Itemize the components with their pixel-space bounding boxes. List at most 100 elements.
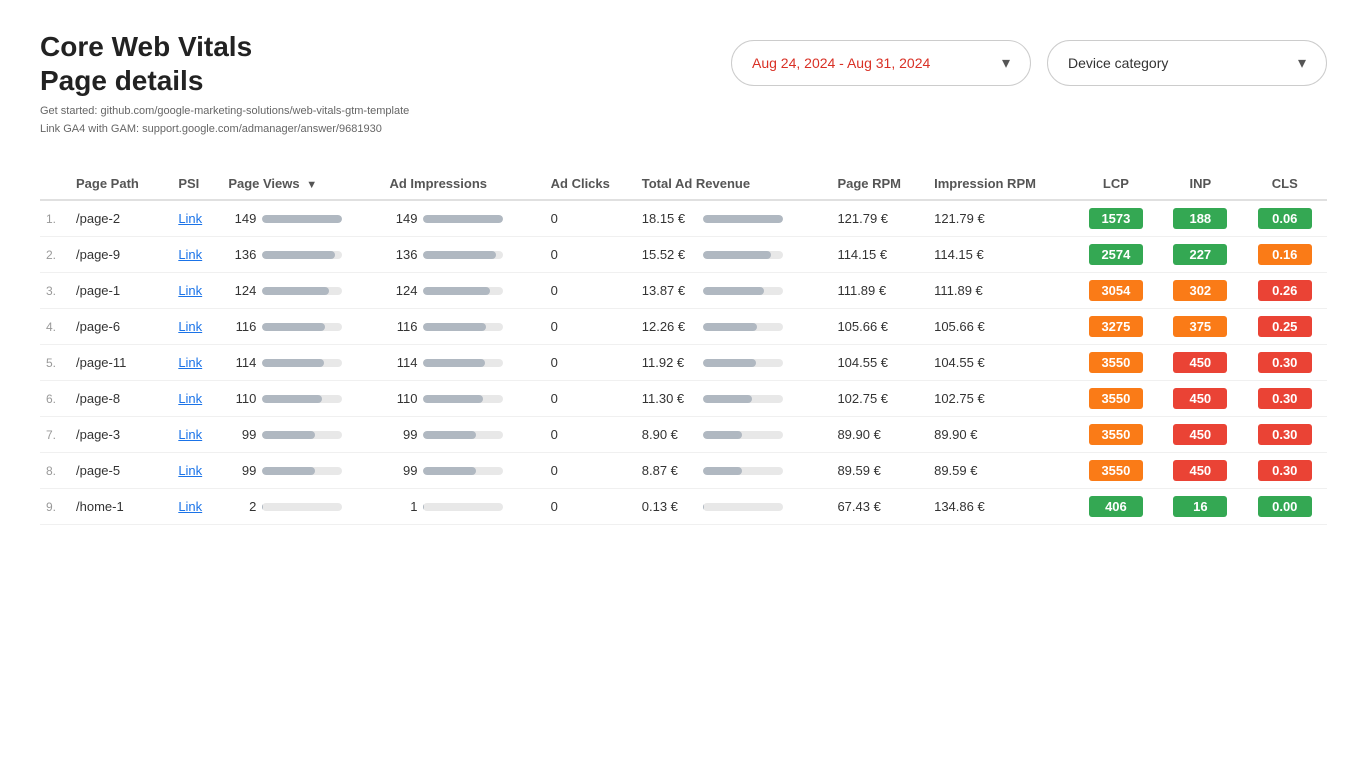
cell-inp: 450 (1158, 381, 1242, 417)
cell-cls: 0.30 (1243, 453, 1327, 489)
cell-ad-clicks: 0 (545, 489, 636, 525)
cell-ad-impressions: 99 (383, 417, 544, 453)
cell-page-rpm: 111.89 € (831, 273, 928, 309)
cell-total-rev: 8.87 € (636, 453, 832, 489)
cell-imp-rpm: 105.66 € (928, 309, 1074, 345)
cell-inp: 16 (1158, 489, 1242, 525)
cell-total-rev: 8.90 € (636, 417, 832, 453)
cell-psi-link[interactable]: Link (172, 273, 222, 309)
cell-imp-rpm: 102.75 € (928, 381, 1074, 417)
cell-num: 6. (40, 381, 70, 417)
cell-page-views: 99 (222, 453, 383, 489)
cell-cls: 0.30 (1243, 345, 1327, 381)
device-filter-dropdown[interactable]: Device category ▾ (1047, 40, 1327, 86)
cell-ad-clicks: 0 (545, 237, 636, 273)
cell-inp: 375 (1158, 309, 1242, 345)
cell-page-path: /home-1 (70, 489, 172, 525)
cell-page-rpm: 104.55 € (831, 345, 928, 381)
cell-ad-clicks: 0 (545, 417, 636, 453)
cell-ad-impressions: 110 (383, 381, 544, 417)
cell-page-rpm: 114.15 € (831, 237, 928, 273)
cell-num: 9. (40, 489, 70, 525)
cell-lcp: 3054 (1074, 273, 1158, 309)
col-inp: INP (1158, 168, 1242, 200)
cell-page-views: 124 (222, 273, 383, 309)
col-page-views[interactable]: Page Views ▼ (222, 168, 383, 200)
cell-page-path: /page-6 (70, 309, 172, 345)
cell-lcp: 1573 (1074, 200, 1158, 237)
table-row: 4. /page-6 Link 116 116 0 12.26 € 105.66… (40, 309, 1327, 345)
date-filter-dropdown[interactable]: Aug 24, 2024 - Aug 31, 2024 ▾ (731, 40, 1031, 86)
cell-psi-link[interactable]: Link (172, 381, 222, 417)
cell-num: 1. (40, 200, 70, 237)
cell-page-rpm: 121.79 € (831, 200, 928, 237)
cell-num: 7. (40, 417, 70, 453)
cell-total-rev: 13.87 € (636, 273, 832, 309)
cell-psi-link[interactable]: Link (172, 453, 222, 489)
table-row: 7. /page-3 Link 99 99 0 8.90 € 89.90 € 8… (40, 417, 1327, 453)
cell-psi-link[interactable]: Link (172, 345, 222, 381)
col-ad-clicks: Ad Clicks (545, 168, 636, 200)
cell-psi-link[interactable]: Link (172, 489, 222, 525)
cell-page-path: /page-8 (70, 381, 172, 417)
cell-lcp: 3550 (1074, 345, 1158, 381)
cell-cls: 0.16 (1243, 237, 1327, 273)
cell-page-views: 110 (222, 381, 383, 417)
table-row: 8. /page-5 Link 99 99 0 8.87 € 89.59 € 8… (40, 453, 1327, 489)
filters: Aug 24, 2024 - Aug 31, 2024 ▾ Device cat… (731, 40, 1327, 86)
data-table: Page Path PSI Page Views ▼ Ad Impression… (40, 168, 1327, 525)
cell-imp-rpm: 114.15 € (928, 237, 1074, 273)
cell-psi-link[interactable]: Link (172, 237, 222, 273)
cell-lcp: 406 (1074, 489, 1158, 525)
col-page-path: Page Path (70, 168, 172, 200)
cell-imp-rpm: 111.89 € (928, 273, 1074, 309)
cell-page-rpm: 102.75 € (831, 381, 928, 417)
cell-page-views: 116 (222, 309, 383, 345)
cell-page-path: /page-11 (70, 345, 172, 381)
page-title: Core Web Vitals Page details (40, 30, 409, 97)
cell-ad-clicks: 0 (545, 273, 636, 309)
cell-page-rpm: 105.66 € (831, 309, 928, 345)
col-page-rpm: Page RPM (831, 168, 928, 200)
subtitle: Get started: github.com/google-marketing… (40, 103, 409, 138)
cell-inp: 302 (1158, 273, 1242, 309)
cell-cls: 0.30 (1243, 417, 1327, 453)
cell-page-path: /page-1 (70, 273, 172, 309)
cell-page-views: 2 (222, 489, 383, 525)
date-filter-label: Aug 24, 2024 - Aug 31, 2024 (752, 55, 930, 71)
cell-lcp: 3550 (1074, 417, 1158, 453)
cell-num: 8. (40, 453, 70, 489)
cell-ad-clicks: 0 (545, 345, 636, 381)
cell-imp-rpm: 89.59 € (928, 453, 1074, 489)
cell-cls: 0.30 (1243, 381, 1327, 417)
cell-lcp: 3550 (1074, 453, 1158, 489)
cell-imp-rpm: 134.86 € (928, 489, 1074, 525)
cell-ad-impressions: 149 (383, 200, 544, 237)
cell-num: 5. (40, 345, 70, 381)
cell-total-rev: 0.13 € (636, 489, 832, 525)
cell-ad-impressions: 136 (383, 237, 544, 273)
cell-psi-link[interactable]: Link (172, 417, 222, 453)
cell-ad-clicks: 0 (545, 200, 636, 237)
cell-ad-clicks: 0 (545, 381, 636, 417)
cell-total-rev: 18.15 € (636, 200, 832, 237)
col-psi: PSI (172, 168, 222, 200)
cell-cls: 0.00 (1243, 489, 1327, 525)
cell-page-rpm: 89.59 € (831, 453, 928, 489)
title-block: Core Web Vitals Page details Get started… (40, 30, 409, 138)
header: Core Web Vitals Page details Get started… (40, 30, 1327, 138)
col-num (40, 168, 70, 200)
cell-psi-link[interactable]: Link (172, 309, 222, 345)
cell-lcp: 2574 (1074, 237, 1158, 273)
cell-psi-link[interactable]: Link (172, 200, 222, 237)
cell-inp: 450 (1158, 453, 1242, 489)
cell-ad-impressions: 124 (383, 273, 544, 309)
cell-total-rev: 11.92 € (636, 345, 832, 381)
table-header-row: Page Path PSI Page Views ▼ Ad Impression… (40, 168, 1327, 200)
cell-ad-impressions: 114 (383, 345, 544, 381)
cell-cls: 0.06 (1243, 200, 1327, 237)
cell-ad-impressions: 99 (383, 453, 544, 489)
table-row: 6. /page-8 Link 110 110 0 11.30 € 102.75… (40, 381, 1327, 417)
cell-num: 2. (40, 237, 70, 273)
cell-total-rev: 11.30 € (636, 381, 832, 417)
